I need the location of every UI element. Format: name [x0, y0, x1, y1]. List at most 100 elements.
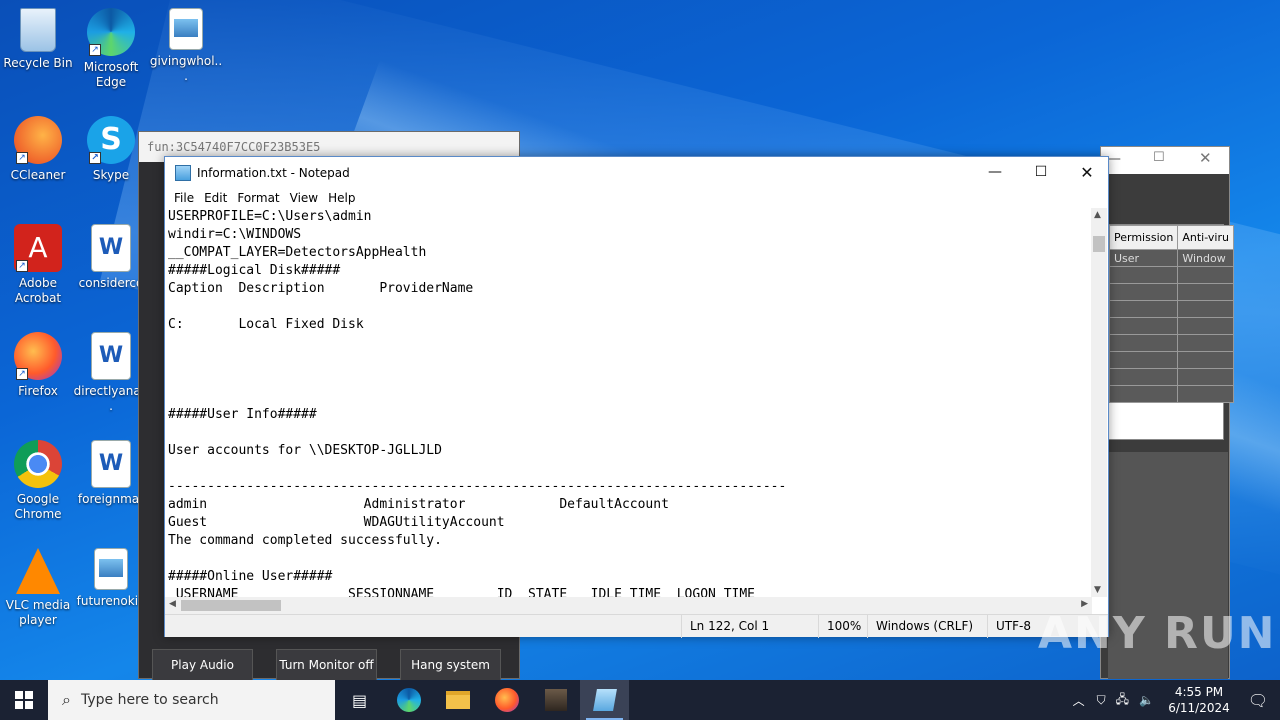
table-row[interactable] [1108, 283, 1234, 301]
maximize-icon[interactable]: ☐ [1153, 150, 1165, 165]
clock-time: 4:55 PM [1174, 685, 1224, 699]
chrome-icon [14, 440, 62, 488]
table-row[interactable] [1108, 368, 1234, 386]
desktop-icon-firefox[interactable]: ↗ Firefox [0, 332, 76, 399]
vertical-scroll-thumb[interactable] [1093, 236, 1105, 252]
app-icon [544, 689, 567, 711]
grid-cell: User [1108, 249, 1179, 267]
chevron-up-icon[interactable]: ︿ [1073, 692, 1085, 709]
table-row[interactable] [1108, 317, 1234, 335]
taskbar-firefox[interactable] [482, 680, 531, 720]
status-bar: Ln 122, Col 1 100% Windows (CRLF) UTF-8 [165, 614, 1108, 638]
menu-view[interactable]: View [285, 191, 323, 205]
desktop-icon-givingwhol[interactable]: givingwhol... [148, 8, 224, 84]
grid-header-permission[interactable]: Permission [1108, 225, 1179, 250]
close-icon[interactable]: ✕ [1199, 149, 1212, 167]
network-icon[interactable]: 🖧 [1116, 690, 1129, 711]
grid-cell [1177, 385, 1234, 403]
edge-icon [396, 688, 421, 712]
start-button[interactable] [0, 680, 48, 720]
desktop-icon-chrome[interactable]: Google Chrome [0, 440, 76, 522]
word-doc-icon: W [91, 224, 131, 272]
table-row[interactable] [1108, 334, 1234, 352]
notepad-app-icon [175, 164, 191, 181]
menu-file[interactable]: File [169, 191, 199, 205]
ccleaner-icon: ↗ [14, 116, 62, 164]
status-zoom: 100% [818, 615, 867, 638]
notepad-icon [592, 689, 617, 711]
defender-icon[interactable]: ⛉ [1097, 693, 1106, 708]
taskbar-notepad[interactable] [580, 680, 629, 720]
scroll-up-icon[interactable]: ▲ [1094, 210, 1101, 220]
grid-cell [1177, 351, 1234, 369]
notepad-window[interactable]: Information.txt - Notepad — ☐ ✕ File Edi… [164, 156, 1110, 638]
grid-cell: Window [1177, 249, 1234, 267]
table-row[interactable]: User Window [1108, 249, 1234, 267]
horizontal-scrollbar[interactable]: ◀ ▶ [165, 597, 1092, 614]
grid-cell [1108, 368, 1179, 386]
task-view-button[interactable]: ▤ [335, 680, 384, 720]
menu-format[interactable]: Format [232, 191, 284, 205]
grid-cell [1177, 266, 1234, 284]
grid-cell [1177, 283, 1234, 301]
grid-cell [1108, 385, 1179, 403]
table-row[interactable] [1108, 300, 1234, 318]
taskbar-edge[interactable] [384, 680, 433, 720]
permissions-grid[interactable]: Permission Anti-viru User Window [1108, 224, 1234, 440]
desktop-icon-acrobat[interactable]: A ↗ Adobe Acrobat [0, 224, 76, 306]
folder-icon [445, 691, 470, 709]
firefox-icon [494, 688, 519, 712]
desktop-icon-vlc[interactable]: VLC media player [0, 548, 76, 628]
grid-cell [1108, 266, 1179, 284]
maximize-button[interactable]: ☐ [1018, 157, 1064, 188]
text-editor-area[interactable]: USERPROFILE=C:\Users\admin windir=C:\WIN… [165, 208, 1092, 597]
status-cursor-position: Ln 122, Col 1 [681, 615, 818, 638]
notepad-titlebar[interactable]: Information.txt - Notepad [165, 157, 1108, 188]
task-view-icon: ▤ [351, 690, 368, 710]
scroll-left-icon[interactable]: ◀ [169, 599, 176, 609]
skype-icon: S ↗ [87, 116, 135, 164]
scroll-down-icon[interactable]: ▼ [1094, 585, 1101, 595]
taskbar-fun-app[interactable] [531, 680, 580, 720]
taskbar-search-box[interactable]: ⌕ Type here to search [48, 680, 335, 720]
hang-system-button[interactable]: Hang system [400, 649, 501, 681]
horizontal-scroll-thumb[interactable] [181, 600, 281, 611]
grid-cell [1108, 351, 1179, 369]
windows-logo-icon [15, 691, 33, 709]
minimize-button[interactable]: — [972, 157, 1018, 188]
close-button[interactable]: ✕ [1064, 157, 1110, 188]
turn-monitor-off-button[interactable]: Turn Monitor off [276, 649, 377, 681]
notifications-icon[interactable]: 🗨 [1236, 691, 1280, 710]
taskbar-clock[interactable]: 4:55 PM 6/11/2024 [1162, 684, 1236, 716]
word-doc-icon: W [91, 332, 131, 380]
search-icon: ⌕ [62, 690, 71, 709]
table-row[interactable] [1108, 351, 1234, 369]
system-tray: ︿ ⛉ 🖧 🔈 4:55 PM 6/11/2024 🗨 [1073, 680, 1280, 720]
grid-cell [1108, 283, 1179, 301]
grid-cell [1177, 317, 1234, 335]
desktop-icon-edge[interactable]: ↗ Microsoft Edge [73, 8, 149, 90]
grid-header-antivirus[interactable]: Anti-viru [1177, 225, 1234, 250]
acrobat-icon: A ↗ [14, 224, 62, 272]
taskbar-file-explorer[interactable] [433, 680, 482, 720]
vertical-scrollbar[interactable]: ▲ ▼ [1091, 208, 1107, 597]
desktop-icon-ccleaner[interactable]: ↗ CCleaner [0, 116, 76, 183]
edge-icon: ↗ [87, 8, 135, 56]
search-placeholder: Type here to search [80, 692, 219, 708]
notepad-title: Information.txt - Notepad [197, 165, 350, 180]
clock-date: 6/11/2024 [1168, 701, 1230, 715]
anyrun-watermark: ANY RUN [1038, 608, 1277, 659]
menu-edit[interactable]: Edit [199, 191, 232, 205]
word-doc-icon: W [91, 440, 131, 488]
volume-icon[interactable]: 🔈 [1139, 693, 1154, 707]
firefox-icon: ↗ [14, 332, 62, 380]
table-row[interactable] [1108, 266, 1234, 284]
document-text[interactable]: USERPROFILE=C:\Users\admin windir=C:\WIN… [165, 208, 1092, 597]
menu-bar: File Edit Format View Help [165, 188, 1108, 208]
grid-cell [1108, 300, 1179, 318]
table-row[interactable] [1108, 385, 1234, 403]
menu-help[interactable]: Help [323, 191, 360, 205]
desktop-icon-recycle-bin[interactable]: Recycle Bin [0, 8, 76, 71]
status-line-ending: Windows (CRLF) [867, 615, 987, 638]
play-audio-button[interactable]: Play Audio [152, 649, 253, 681]
